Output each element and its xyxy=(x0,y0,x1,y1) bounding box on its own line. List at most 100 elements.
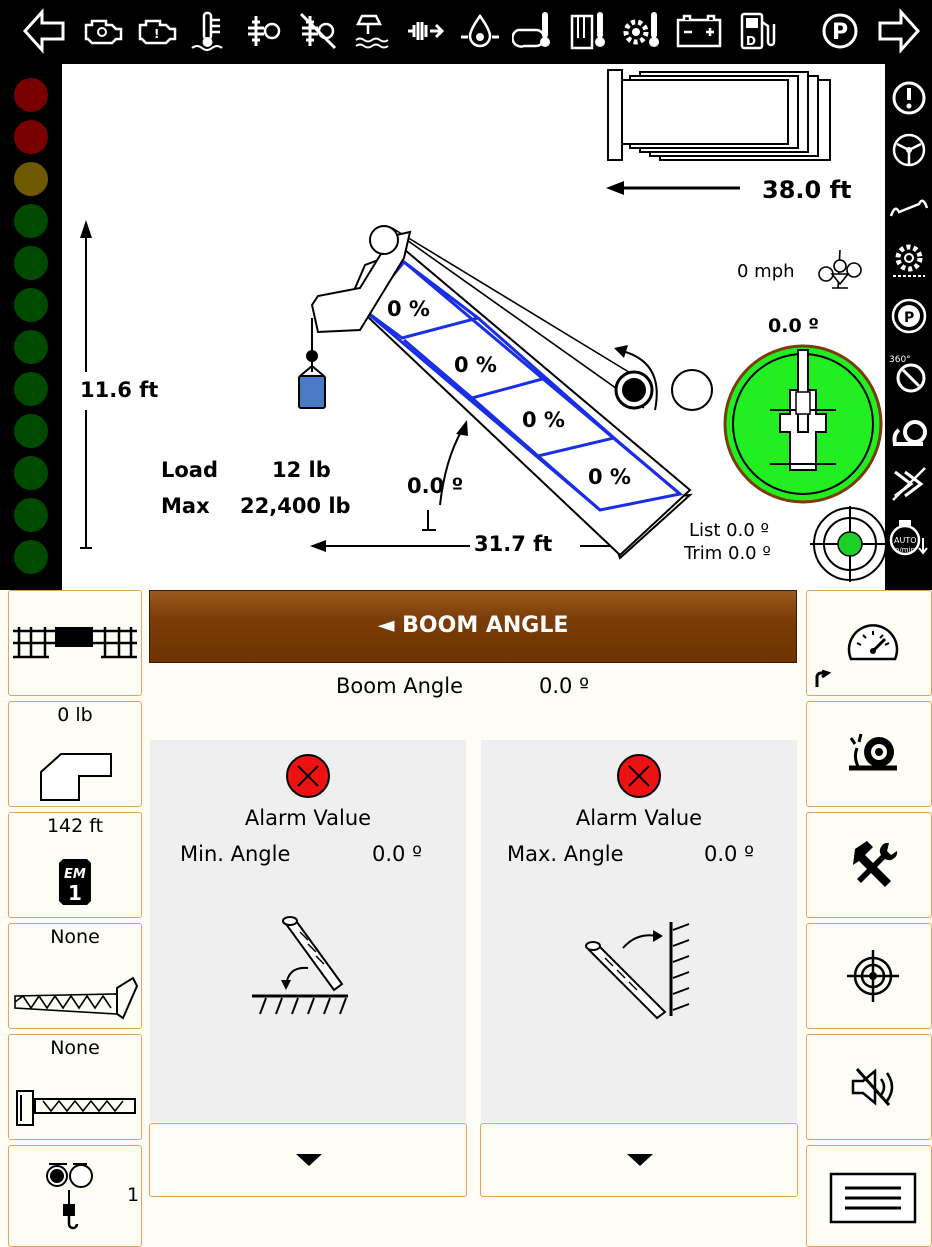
load-block xyxy=(298,375,326,409)
auto-idle-icon[interactable]: AUTOn/min xyxy=(889,516,931,560)
max-alarm-label: Alarm Value xyxy=(575,806,703,830)
radius-value: 38.0 ft xyxy=(762,176,852,204)
height-value: 11.6 ft xyxy=(80,378,159,402)
min-alarm-label: Alarm Value xyxy=(244,806,372,830)
oil-temp-icon xyxy=(512,12,550,48)
status-led xyxy=(14,540,48,574)
load-label: Load xyxy=(161,458,219,482)
slew-angle-value: 0.0 º xyxy=(768,315,819,337)
boom-angle-label: Boom Angle xyxy=(336,674,463,698)
status-led xyxy=(14,120,48,154)
svg-text:360°: 360° xyxy=(889,355,911,365)
oil-pressure-icon xyxy=(461,13,499,48)
counterweight-icon xyxy=(40,753,112,801)
alarm-off-icon[interactable] xyxy=(284,752,332,800)
status-icon-bar: ! D P xyxy=(0,0,932,64)
load-value: 12 lb xyxy=(272,458,331,482)
status-led xyxy=(14,498,48,532)
boom-angle-current: 0.0 º xyxy=(539,674,589,698)
outrigger-config-button[interactable] xyxy=(8,590,142,696)
counterweight-button[interactable]: 0 lb xyxy=(8,701,142,807)
min-angle-diagram-icon xyxy=(252,916,348,1015)
max-angle-dropdown-button[interactable] xyxy=(480,1123,798,1197)
em-length-value: 142 ft xyxy=(46,815,104,837)
svg-text:EM: EM xyxy=(64,867,86,882)
crane-view: 38.0 ft 11.6 ft 0 mph 0.0 º 0 % 0 % 0 % … xyxy=(62,64,885,590)
menu-button[interactable] xyxy=(806,1145,932,1247)
boom-section-1-percent: 0 % xyxy=(387,297,430,321)
status-led xyxy=(14,162,48,196)
caret-down-icon xyxy=(627,1154,653,1166)
svg-text:P: P xyxy=(904,310,914,326)
anemometer-icon xyxy=(818,249,862,289)
water-level-icon xyxy=(355,14,389,49)
battery-icon xyxy=(676,14,722,48)
svg-text:AUTO: AUTO xyxy=(894,536,917,545)
boom-angle-title-button[interactable]: ◄ BOOM ANGLE xyxy=(149,590,797,663)
winch-drum-idle xyxy=(671,369,713,411)
hydraulic-filter-icon xyxy=(408,22,445,40)
parking-brake-icon: P xyxy=(822,13,858,49)
status-led xyxy=(14,288,48,322)
crosshair-target-icon xyxy=(847,950,899,1002)
min-angle-dropdown-button[interactable] xyxy=(149,1123,467,1197)
mute-alarm-button[interactable] xyxy=(806,1034,932,1140)
lattice-jib-icon xyxy=(14,976,139,1020)
status-led-column xyxy=(0,64,62,590)
boom-section-3-percent: 0 % xyxy=(522,408,565,432)
wind-speed-value: 0 mph xyxy=(737,261,795,282)
slew-indicator xyxy=(723,344,883,504)
gear-settings-icon[interactable] xyxy=(889,240,929,280)
speaker-muted-icon xyxy=(851,1068,894,1106)
counterweight-value: 0 lb xyxy=(57,704,93,726)
status-led xyxy=(14,78,48,112)
max-angle-label: Max. Angle xyxy=(507,842,624,866)
jib-extension-icon xyxy=(16,1090,136,1126)
snail-icon[interactable] xyxy=(889,412,929,452)
jib-extension-button[interactable]: None xyxy=(8,1034,142,1140)
arrow-right-icon[interactable] xyxy=(875,8,923,54)
caret-down-icon xyxy=(296,1154,322,1166)
engine-warning-icon: ! xyxy=(138,19,177,45)
outrigger-icon xyxy=(13,627,137,659)
status-led xyxy=(14,246,48,280)
boom-length-arrow xyxy=(322,540,617,552)
status-led xyxy=(14,414,48,448)
service-tools-button[interactable] xyxy=(806,812,932,918)
em-length-button[interactable]: 142 ft EM 1 xyxy=(8,812,142,918)
engine-icon xyxy=(84,19,123,45)
swing-360-icon[interactable]: 360° xyxy=(889,352,929,396)
fuel-icon: D xyxy=(740,12,776,50)
hydraulic-temp-icon xyxy=(570,12,605,50)
min-angle-panel: Alarm Value Min. Angle 0.0 º xyxy=(150,740,466,1122)
jib-config-button[interactable]: None xyxy=(8,923,142,1029)
axle-icon[interactable] xyxy=(889,188,929,228)
status-led xyxy=(14,372,48,406)
telescope-off-icon[interactable] xyxy=(889,464,929,504)
status-led xyxy=(14,204,48,238)
arrow-left-icon[interactable] xyxy=(22,8,66,54)
coolant-temp-icon xyxy=(191,11,223,51)
transmission-icon xyxy=(248,16,281,46)
target-button[interactable] xyxy=(806,923,932,1029)
park-brake-gauge-icon[interactable]: P xyxy=(889,296,929,336)
jib-config-value: None xyxy=(50,926,100,948)
jib-extension-value: None xyxy=(50,1037,100,1059)
trim-value: Trim 0.0 º xyxy=(684,543,771,564)
steering-wheel-icon[interactable] xyxy=(889,130,929,170)
speedometer-button[interactable] xyxy=(806,590,932,696)
reeving-button[interactable]: 1 xyxy=(8,1145,142,1247)
boom-length-value: 31.7 ft xyxy=(474,532,553,556)
min-angle-value: 0.0 º xyxy=(372,842,422,866)
hamburger-menu-icon xyxy=(829,1172,917,1224)
max-angle-diagram-icon xyxy=(585,922,690,1020)
boom-section-2-percent: 0 % xyxy=(454,353,497,377)
status-led xyxy=(14,330,48,364)
boom-angle-value: 0.0 º xyxy=(407,474,464,498)
alarm-off-icon[interactable] xyxy=(615,752,663,800)
tools-icon xyxy=(853,841,898,887)
hook-block-icon xyxy=(46,1163,93,1230)
creep-mode-button[interactable] xyxy=(806,701,932,807)
warning-icon[interactable] xyxy=(889,78,929,118)
list-value: List 0.0 º xyxy=(689,520,770,541)
